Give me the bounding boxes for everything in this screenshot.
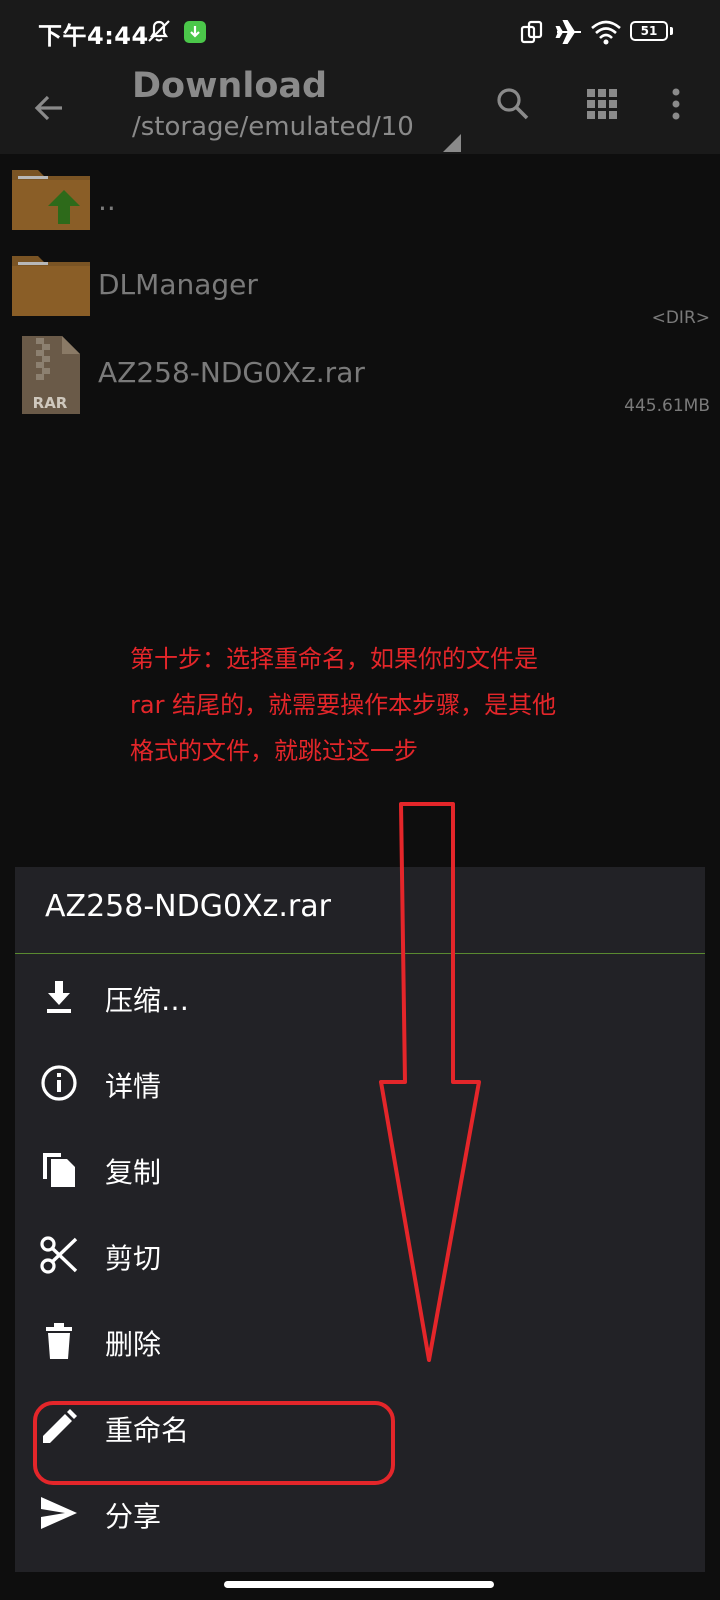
file-name: DLManager <box>98 268 258 301</box>
menu-item-label: 分享 <box>105 1500 162 1533</box>
context-menu-sheet: AZ258-NDG0Xz.rar 压缩… 详情 复制 剪切 删除 重命名 分享 <box>15 867 705 1572</box>
folder-icon <box>12 252 90 320</box>
annotation-line: rar 结尾的，就需要操作本步骤，是其他 <box>130 691 557 719</box>
toolbar: Download /storage/emulated/10 <box>0 64 720 154</box>
menu-item-delete[interactable]: 删除 <box>15 1301 705 1381</box>
screen-rotate-icon <box>519 19 545 49</box>
file-meta: 445.61MB <box>624 396 710 416</box>
page-title: Download <box>132 66 328 106</box>
sheet-divider <box>15 953 705 954</box>
airplane-mode-icon <box>555 18 583 50</box>
info-icon <box>39 1063 79 1103</box>
grid-view-icon[interactable] <box>584 86 620 126</box>
sheet-title: AZ258-NDG0Xz.rar <box>45 889 331 924</box>
battery-icon: 51 <box>630 21 668 41</box>
download-notification-icon <box>184 21 206 43</box>
search-icon[interactable] <box>493 84 533 128</box>
file-meta: <DIR> <box>651 308 710 328</box>
battery-level: 51 <box>640 24 658 38</box>
home-indicator[interactable] <box>224 1581 494 1588</box>
menu-item-rename[interactable]: 重命名 <box>15 1387 705 1467</box>
alarm-off-icon <box>144 16 174 50</box>
menu-item-label: 详情 <box>105 1070 162 1103</box>
parent-folder-icon <box>12 166 90 234</box>
path-dropdown-icon[interactable] <box>443 134 461 152</box>
menu-item-copy[interactable]: 复制 <box>15 1129 705 1209</box>
scissors-icon <box>39 1235 79 1275</box>
trash-icon <box>39 1321 79 1361</box>
menu-item-label: 删除 <box>105 1328 162 1361</box>
menu-item-compress[interactable]: 压缩… <box>15 957 705 1037</box>
current-path[interactable]: /storage/emulated/10 <box>132 112 414 142</box>
annotation-text: 第十步：选择重命名，如果你的文件是 rar 结尾的，就需要操作本步骤，是其他 格… <box>130 636 610 774</box>
menu-item-label: 复制 <box>105 1156 162 1189</box>
list-item-dlmanager[interactable]: DLManager <DIR> <box>0 248 720 336</box>
annotation-line: 第十步：选择重命名，如果你的文件是 <box>130 645 538 673</box>
copy-icon <box>39 1149 79 1189</box>
file-name: AZ258-NDG0Xz.rar <box>98 356 365 389</box>
menu-item-cut[interactable]: 剪切 <box>15 1215 705 1295</box>
send-icon <box>39 1493 79 1533</box>
wifi-icon <box>590 18 622 50</box>
menu-item-details[interactable]: 详情 <box>15 1043 705 1123</box>
menu-item-label: 重命名 <box>105 1414 190 1447</box>
menu-item-label: 压缩… <box>105 984 190 1017</box>
list-item-rar[interactable]: RAR AZ258-NDG0Xz.rar 445.61MB <box>0 336 720 424</box>
download-icon <box>39 977 79 1017</box>
list-item-parent[interactable]: .. <box>0 160 720 248</box>
more-vert-icon[interactable] <box>668 84 684 128</box>
status-time: 下午4:44 <box>38 22 149 50</box>
status-bar: 下午4:44 51 <box>0 0 720 64</box>
pencil-icon <box>39 1407 79 1447</box>
battery-tip <box>670 27 673 35</box>
back-arrow-icon[interactable] <box>30 88 70 132</box>
rar-file-icon: RAR <box>22 336 80 418</box>
menu-item-label: 剪切 <box>105 1242 162 1275</box>
annotation-line: 格式的文件，就跳过这一步 <box>130 737 418 765</box>
rar-badge-label: RAR <box>33 394 68 412</box>
file-name: .. <box>98 184 116 217</box>
menu-item-share[interactable]: 分享 <box>15 1473 705 1553</box>
